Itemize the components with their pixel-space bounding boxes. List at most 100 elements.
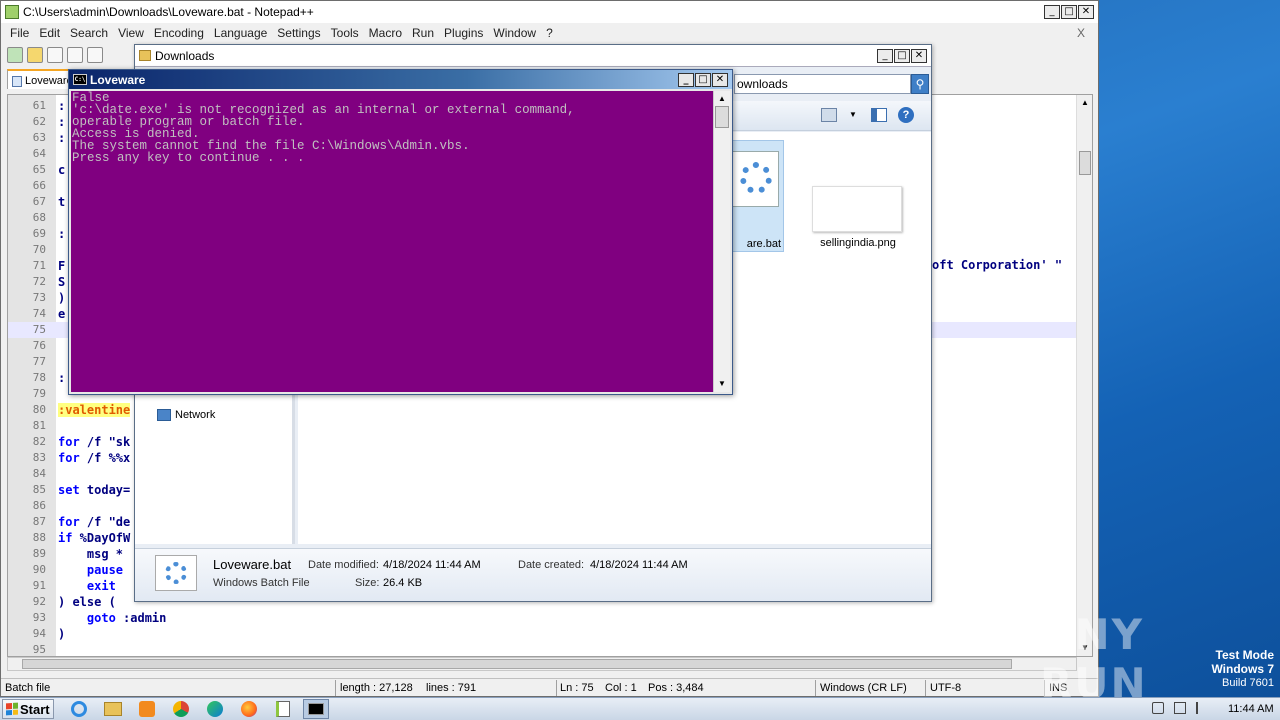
clock[interactable]: 11:44 AM [1228, 703, 1274, 715]
line-number: 68 [32, 211, 46, 224]
line-number: 70 [32, 243, 46, 256]
menu-language[interactable]: Language [209, 26, 272, 40]
tab-loveware[interactable]: Loveware [7, 69, 69, 89]
media-player-icon[interactable] [134, 699, 160, 719]
console-output[interactable]: False 'c:\date.exe' is not recognized as… [71, 91, 713, 392]
close-button[interactable]: ✕ [1078, 5, 1094, 19]
search-icon[interactable]: ⚲ [911, 74, 929, 94]
line-number: 67 [32, 195, 46, 208]
line-number: 80 [32, 403, 46, 416]
line-code: for /f "de [58, 515, 131, 529]
scroll-up-arrow-icon[interactable]: ▲ [1079, 97, 1091, 109]
menu-tools[interactable]: Tools [326, 26, 364, 40]
line-code: : [58, 131, 66, 145]
batch-file-gear-icon [731, 151, 779, 207]
menu-window[interactable]: Window [488, 26, 541, 40]
flag-icon[interactable] [1196, 702, 1206, 714]
line-code: F [58, 259, 66, 273]
line-number: 78 [32, 371, 46, 384]
line-code: for /f "sk [58, 435, 131, 449]
notepadpp-titlebar[interactable]: C:\Users\admin\Downloads\Loveware.bat - … [1, 1, 1098, 23]
menu-run[interactable]: Run [407, 26, 439, 40]
change-view-icon[interactable] [821, 108, 837, 122]
close-document-x[interactable]: X [1072, 26, 1090, 40]
line-number: 82 [32, 435, 46, 448]
status-eol: Windows (CR LF) [820, 682, 907, 694]
help-icon[interactable]: ? [898, 107, 914, 123]
line-number: 75 [32, 323, 46, 336]
cmd-icon[interactable] [303, 699, 329, 719]
save-icon[interactable] [47, 47, 63, 63]
console-titlebar[interactable]: C:\ Loveware _ □ ✕ [69, 70, 732, 89]
menu-view[interactable]: View [113, 26, 149, 40]
menu-bar: File Edit Search View Encoding Language … [1, 23, 1098, 43]
menu-macro[interactable]: Macro [364, 26, 407, 40]
chrome-icon[interactable] [168, 699, 194, 719]
file-item-loveware[interactable]: are.bat [724, 140, 784, 252]
detail-created-label: Date created: [518, 559, 585, 571]
firefox-icon[interactable] [236, 699, 262, 719]
network-tray-icon[interactable] [1174, 702, 1186, 714]
scroll-thumb[interactable] [1079, 151, 1091, 175]
menu-search[interactable]: Search [65, 26, 113, 40]
code-line[interactable]: 94) [8, 626, 1078, 642]
cmd-console-window[interactable]: C:\ Loveware _ □ ✕ False 'c:\date.exe' i… [68, 69, 733, 395]
line-code: S [58, 275, 66, 289]
line-number: 62 [32, 115, 46, 128]
explorer-minimize-button[interactable]: _ [877, 48, 893, 63]
minimize-button[interactable]: _ [1044, 5, 1060, 19]
file-item-sellingindia[interactable]: sellingindia.png [808, 186, 908, 252]
console-maximize-button[interactable]: □ [695, 72, 711, 87]
scroll-down-arrow-icon[interactable]: ▼ [716, 378, 728, 390]
code-line[interactable]: 93 goto :admin [8, 610, 1078, 626]
build-line: Build 7601 [1222, 677, 1274, 689]
ie-icon[interactable] [66, 699, 92, 719]
speaker-icon[interactable] [1152, 702, 1164, 714]
start-button[interactable]: Start [2, 699, 54, 719]
menu-encoding[interactable]: Encoding [149, 26, 209, 40]
menu-settings[interactable]: Settings [272, 26, 325, 40]
menu-edit[interactable]: Edit [34, 26, 65, 40]
new-file-icon[interactable] [7, 47, 23, 63]
system-tray: 11:44 AM [1122, 699, 1280, 719]
line-code: ) else ( [58, 595, 116, 609]
scroll-up-arrow-icon[interactable]: ▲ [716, 93, 728, 105]
line-number: 95 [32, 643, 46, 656]
line-code: pause [86, 563, 124, 577]
console-close-button[interactable]: ✕ [712, 72, 728, 87]
horizontal-scrollbar[interactable] [7, 657, 1077, 671]
horizontal-scroll-thumb[interactable] [22, 659, 1012, 669]
explorer-maximize-button[interactable]: □ [894, 48, 910, 63]
vertical-scrollbar[interactable]: ▲ ▼ [1076, 95, 1092, 656]
details-pane: Loveware.bat Windows Batch File Date mod… [135, 548, 931, 601]
line-number: 91 [32, 579, 46, 592]
explorer-close-button[interactable]: ✕ [911, 48, 927, 63]
file-name: are.bat [746, 238, 781, 250]
view-dropdown-chevron-icon[interactable]: ▼ [845, 108, 861, 122]
explorer-titlebar[interactable]: Downloads _ □ ✕ [135, 45, 931, 67]
explorer-icon[interactable] [100, 699, 126, 719]
close-file-icon[interactable] [87, 47, 103, 63]
console-minimize-button[interactable]: _ [678, 72, 694, 87]
save-all-icon[interactable] [67, 47, 83, 63]
console-scroll-thumb[interactable] [715, 106, 729, 128]
detail-created: 4/18/2024 11:44 AM [590, 559, 688, 571]
notepadpp-icon[interactable] [270, 699, 296, 719]
line-code: : [58, 99, 66, 113]
open-file-icon[interactable] [27, 47, 43, 63]
line-number: 74 [32, 307, 46, 320]
maximize-button[interactable]: □ [1061, 5, 1077, 19]
console-scrollbar[interactable]: ▲ ▼ [713, 91, 730, 392]
detail-modified: 4/18/2024 11:44 AM [383, 559, 481, 571]
start-label: Start [20, 701, 50, 717]
menu-plugins[interactable]: Plugins [439, 26, 488, 40]
notepadpp-app-icon [5, 5, 19, 19]
status-encoding: UTF-8 [930, 682, 962, 694]
menu-file[interactable]: File [5, 26, 34, 40]
menu-help[interactable]: ? [541, 26, 558, 40]
nav-item-network[interactable]: Network [157, 409, 215, 421]
search-input[interactable]: ownloads [734, 74, 911, 94]
preview-pane-icon[interactable] [871, 108, 887, 122]
code-line[interactable]: 95 [8, 642, 1078, 656]
edge-icon[interactable] [202, 699, 228, 719]
